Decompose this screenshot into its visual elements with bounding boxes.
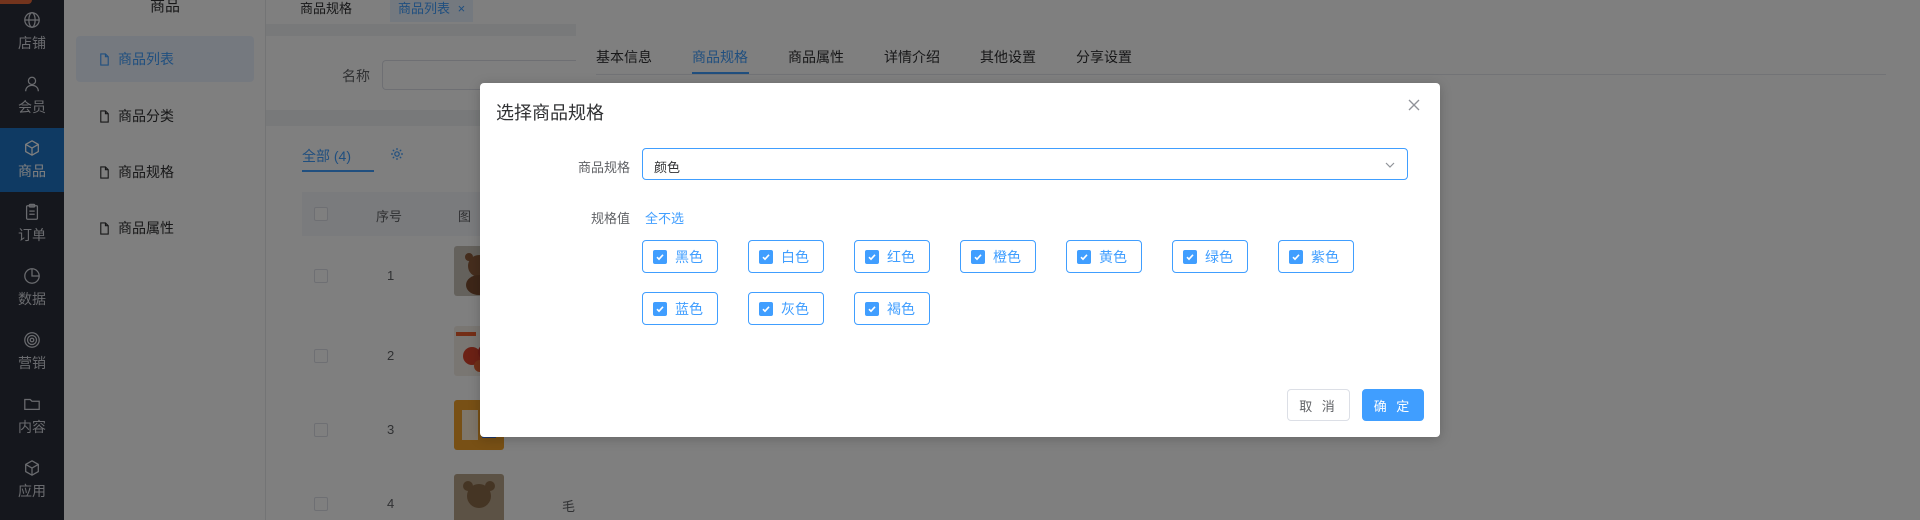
spec-value-checkbox[interactable]: 白色 — [748, 240, 824, 273]
spec-value-checkbox[interactable]: 黑色 — [642, 240, 718, 273]
spec-value-checkbox[interactable]: 紫色 — [1278, 240, 1354, 273]
spec-values-label: 规格值 — [590, 211, 630, 226]
checkmark-icon — [653, 249, 667, 264]
checkmark-icon — [759, 301, 773, 316]
spec-value-checkbox[interactable]: 黄色 — [1066, 240, 1142, 273]
cancel-button[interactable]: 取 消 — [1287, 389, 1350, 421]
select-spec-dialog: 选择商品规格 商品规格 颜色 规格值 全不选 黑色 白色 红色 橙色 黄色 绿色 紫色蓝色 灰… — [480, 83, 1440, 437]
checkmark-icon — [1077, 249, 1091, 264]
dialog-close-button[interactable] — [1404, 95, 1424, 115]
checkmark-icon — [865, 301, 879, 316]
spec-value-label: 绿色 — [1205, 248, 1233, 265]
checkmark-icon — [1289, 249, 1303, 264]
spec-value-label: 黑色 — [675, 248, 703, 265]
confirm-button[interactable]: 确 定 — [1362, 389, 1424, 421]
spec-value-checkbox[interactable]: 灰色 — [748, 292, 824, 325]
checkmark-icon — [971, 249, 985, 264]
spec-select[interactable]: 颜色 — [642, 148, 1408, 180]
spec-value-label: 黄色 — [1099, 248, 1127, 265]
spec-value-label: 褐色 — [887, 300, 915, 317]
spec-value-checkbox[interactable]: 褐色 — [854, 292, 930, 325]
spec-value-label: 灰色 — [781, 300, 809, 317]
chevron-down-icon — [1385, 162, 1395, 168]
checkmark-icon — [653, 301, 667, 316]
spec-select-value: 颜色 — [654, 160, 681, 175]
spec-value-label: 白色 — [781, 248, 809, 265]
spec-value-checkbox[interactable]: 绿色 — [1172, 240, 1248, 273]
spec-field-label: 商品规格 — [577, 160, 630, 175]
spec-value-checkbox[interactable]: 橙色 — [960, 240, 1036, 273]
close-icon — [1408, 99, 1420, 111]
spec-value-checkbox[interactable]: 红色 — [854, 240, 930, 273]
spec-value-label: 橙色 — [993, 248, 1021, 265]
checkmark-icon — [759, 249, 773, 264]
dialog-title: 选择商品规格 — [496, 103, 604, 123]
spec-value-label: 蓝色 — [675, 300, 703, 317]
checkmark-icon — [865, 249, 879, 264]
spec-value-checkbox[interactable]: 蓝色 — [642, 292, 718, 325]
spec-value-label: 红色 — [887, 248, 915, 265]
checkmark-icon — [1183, 249, 1197, 264]
deselect-all-link[interactable]: 全不选 — [645, 208, 684, 227]
spec-value-label: 紫色 — [1311, 248, 1339, 265]
